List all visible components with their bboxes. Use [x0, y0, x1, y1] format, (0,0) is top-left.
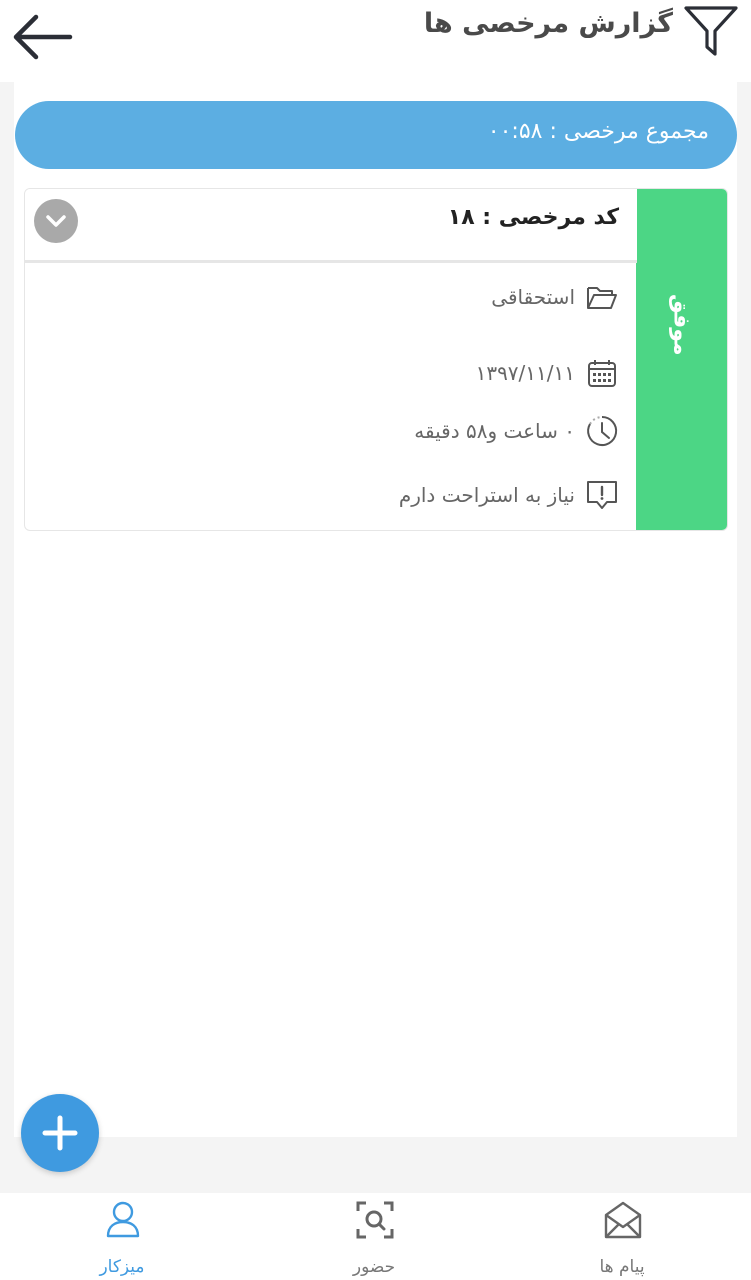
leave-duration-row: ۰ ساعت و۵۸ دقیقه	[414, 411, 619, 451]
plus-icon	[42, 1115, 78, 1151]
leave-type: استحقاقی	[491, 285, 575, 309]
filter-icon	[684, 6, 738, 56]
leave-card-header[interactable]: کد مرخصی : ۱۸	[25, 189, 637, 263]
comment-alert-icon	[587, 481, 617, 509]
leave-note-row: نیاز به استراحت دارم	[399, 475, 619, 515]
nav-item-attendance[interactable]: حضور	[299, 1193, 449, 1280]
leave-card[interactable]: موفق کد مرخصی : ۱۸ استحقاقی ۱۳۹۷/۱۱/۱۱ ۰…	[24, 188, 728, 531]
leave-date-row: ۱۳۹۷/۱۱/۱۱	[476, 353, 619, 393]
leave-code: کد مرخصی : ۱۸	[447, 205, 619, 230]
folder-icon	[587, 287, 617, 309]
nav-item-desk[interactable]: میزکار	[47, 1193, 197, 1280]
leave-duration: ۰ ساعت و۵۸ دقیقه	[414, 419, 575, 443]
leave-date: ۱۳۹۷/۱۱/۱۱	[475, 361, 575, 385]
calendar-icon	[588, 360, 616, 387]
envelope-icon	[604, 1201, 642, 1239]
user-icon	[106, 1201, 140, 1238]
clock-icon	[587, 415, 618, 446]
add-leave-button[interactable]	[21, 1094, 99, 1172]
nav-label-messages: پیام ها	[599, 1257, 645, 1277]
page-title: گزارش مرخصی ها	[423, 8, 673, 39]
status-band: موفق	[636, 189, 727, 530]
filter-button[interactable]	[683, 4, 739, 58]
status-label: موفق	[668, 294, 694, 356]
chevron-down-icon	[46, 215, 66, 227]
total-leave-banner: مجموع مرخصی : ۰۰:۵۸	[15, 101, 737, 169]
nav-label-desk: میزکار	[99, 1257, 145, 1277]
back-button[interactable]	[10, 8, 78, 68]
scan-icon	[356, 1201, 394, 1239]
nav-label-attendance: حضور	[352, 1257, 396, 1277]
arrow-left-icon	[13, 14, 73, 60]
leave-note: نیاز به استراحت دارم	[398, 483, 575, 507]
leave-type-row: استحقاقی	[491, 277, 619, 317]
app-header: گزارش مرخصی ها	[0, 0, 751, 82]
bottom-nav: میزکار حضور پیام ها	[0, 1193, 751, 1280]
nav-item-messages[interactable]: پیام ها	[547, 1193, 697, 1280]
total-leave-text: مجموع مرخصی : ۰۰:۵۸	[487, 119, 709, 144]
expand-button[interactable]	[34, 199, 78, 243]
